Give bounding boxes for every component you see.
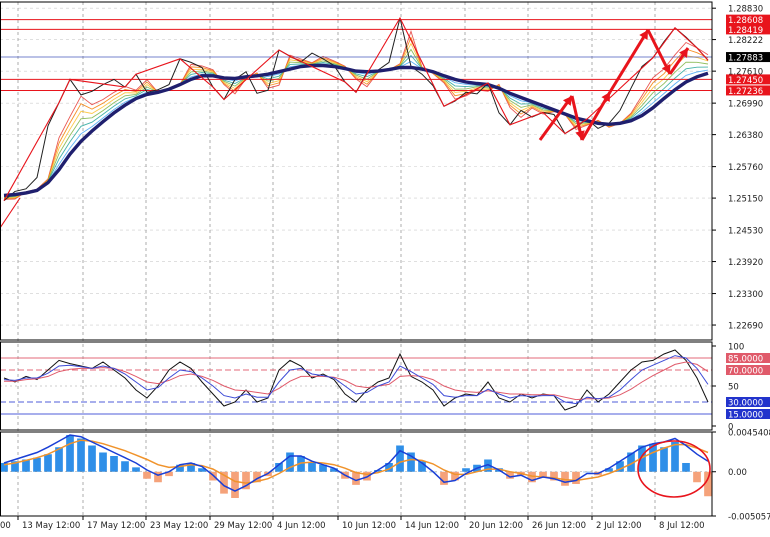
ma-ribbon-line xyxy=(3,42,709,199)
price-tick-label: 1.23920 xyxy=(728,258,763,268)
histogram-bar xyxy=(572,471,580,484)
time-tick-label: 10 Jun 12:00 xyxy=(342,521,396,531)
histogram-tick-label: 0.00 xyxy=(728,468,747,478)
oscillator-mid-line xyxy=(3,355,709,405)
price-tick-label: 1.25150 xyxy=(728,195,763,205)
histogram-bar xyxy=(660,447,668,472)
histogram-bar xyxy=(99,452,107,472)
oscillator-level-tag: 70.0000 xyxy=(728,367,763,377)
oscillator-level-tag: 30.0000 xyxy=(728,399,763,409)
time-axis: 00 13 May 12:00 17 May 12:00 23 May 12:00 29… xyxy=(0,516,705,531)
price-level-tag: 1.27236 xyxy=(728,87,763,97)
histogram-bar xyxy=(671,441,679,472)
oscillator-level-tag: 85.0000 xyxy=(728,355,763,365)
time-tick-label: 20 Jun 12:00 xyxy=(469,521,523,531)
price-tick-label: 1.28222 xyxy=(728,36,763,46)
time-tick-label: 14 Jun 12:00 xyxy=(405,521,459,531)
histogram-tick-label: -0.0050571 xyxy=(728,513,770,523)
histogram-bar xyxy=(110,455,118,472)
histogram-bar xyxy=(682,462,690,472)
price-tick-label: 1.22690 xyxy=(728,322,763,332)
price-tick-label: 1.28830 xyxy=(728,5,763,15)
time-tick-label: 2 Jul 12:00 xyxy=(596,521,642,531)
histogram-panel xyxy=(0,434,712,498)
oscillator-tick-label: 50 xyxy=(728,383,739,393)
histogram-bar xyxy=(396,445,404,472)
histogram-bar xyxy=(231,471,239,498)
histogram-bar xyxy=(121,461,129,472)
horizontal-gridlines xyxy=(0,7,712,326)
price-tick-label: 1.24530 xyxy=(728,227,763,237)
histogram-bar xyxy=(132,467,140,472)
histogram-bar xyxy=(462,468,470,472)
oscillator-panel xyxy=(0,349,712,415)
price-level-lines xyxy=(0,19,712,91)
price-tick-label: 1.26380 xyxy=(728,131,763,141)
time-tick-label: 17 May 12:00 xyxy=(87,521,145,531)
time-tick-label: 29 May 12:00 xyxy=(214,521,272,531)
price-level-tag: 1.27450 xyxy=(728,76,763,86)
price-panel xyxy=(0,16,712,229)
histogram-bar xyxy=(66,434,74,472)
price-tick-label: 1.26990 xyxy=(728,100,763,110)
time-tick-label: 00 xyxy=(0,521,11,531)
time-tick-label: 4 Jun 12:00 xyxy=(277,521,326,531)
price-tick-label: 1.25760 xyxy=(728,163,763,173)
histogram-bar xyxy=(77,438,85,472)
price-tick-label: 1.23300 xyxy=(728,290,763,300)
histogram-tick-label: 0.0045408 xyxy=(728,429,770,439)
oscillator-fast-line xyxy=(3,349,709,411)
histogram-bar xyxy=(88,445,96,472)
oscillator-level-tag: 15.0000 xyxy=(728,411,763,421)
trading-chart-window[interactable]: 1.28830 1.28222 1.27610 1.26990 1.26380 1.257… xyxy=(0,0,770,533)
price-level-tag: 1.28419 xyxy=(728,26,763,36)
histogram-bar xyxy=(33,457,41,472)
time-tick-label: 13 May 12:00 xyxy=(22,521,80,531)
time-tick-label: 26 Jun 12:00 xyxy=(532,521,586,531)
price-axis: 1.288301.282221.276101.269901.263801.257… xyxy=(712,5,770,523)
time-tick-label: 8 Jul 12:00 xyxy=(659,521,705,531)
chart-canvas[interactable]: 1.288301.282221.276101.269901.263801.257… xyxy=(0,0,770,533)
histogram-bar xyxy=(44,454,52,472)
histogram-bar xyxy=(143,471,151,479)
oscillator-tick-label: 100 xyxy=(728,343,744,353)
histogram-bar xyxy=(693,471,701,483)
trend-segment xyxy=(0,197,21,229)
current-price-tag: 1.27883 xyxy=(728,54,763,64)
panel-frame xyxy=(0,1,713,341)
histogram-bar xyxy=(308,462,316,472)
time-tick-label: 23 May 12:00 xyxy=(150,521,208,531)
arrow-shaft xyxy=(608,29,650,93)
